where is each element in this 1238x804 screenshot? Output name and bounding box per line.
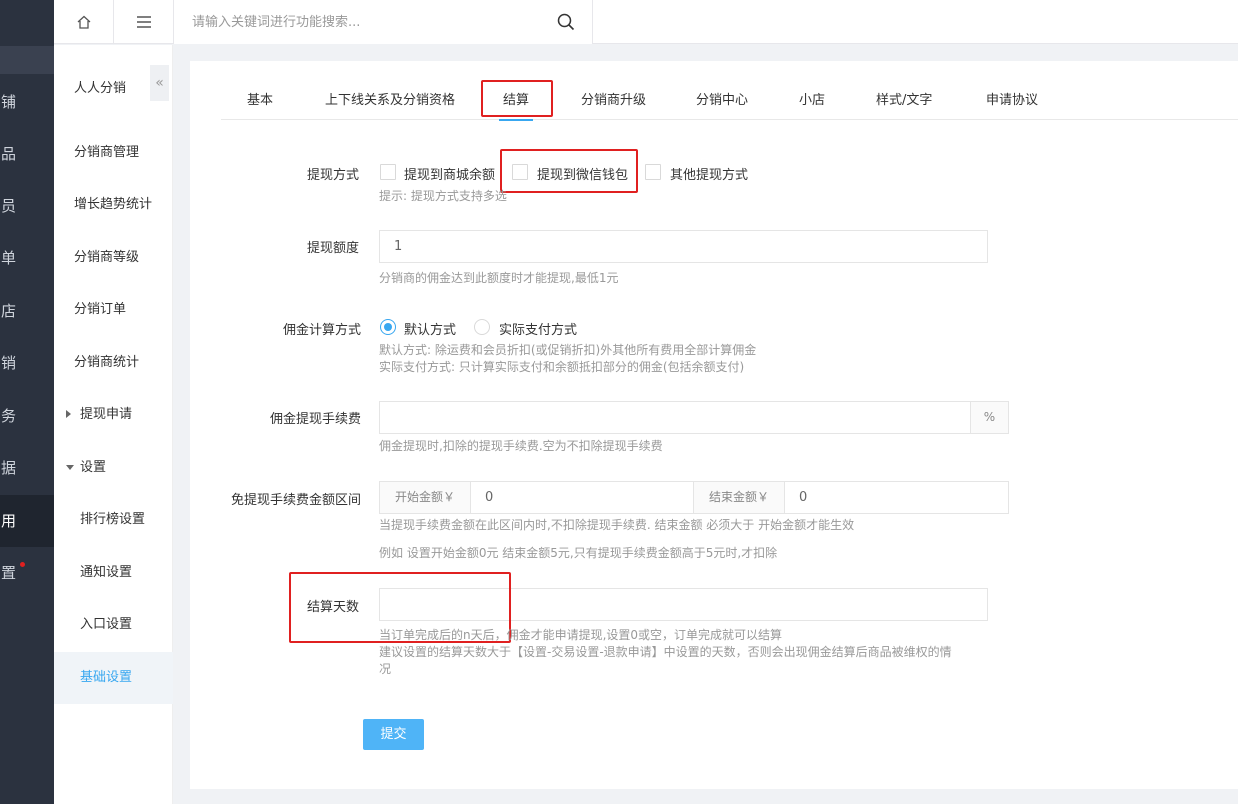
sidebar-item-distributor-stats[interactable]: 分销商统计 [54,337,173,389]
option-label: 默认方式 [404,323,457,338]
tab-agreement[interactable]: 申请协议 [986,81,1038,120]
sidebar-item-notification-settings[interactable]: 通知设置 [54,547,173,599]
search-button[interactable] [552,8,580,36]
tab-distribution-center[interactable]: 分销中心 [696,81,748,120]
radio-default-method[interactable] [380,319,396,335]
main-sidebar-top-item[interactable] [0,46,54,74]
main-nav-label: 品 [0,145,16,163]
checkbox-withdraw-to-balance[interactable] [380,164,396,180]
notification-dot [20,562,25,567]
tab-shop[interactable]: 小店 [799,81,825,120]
tab-basic[interactable]: 基本 [247,81,273,120]
sidebar-item-ranking-settings[interactable]: 排行榜设置 [54,494,173,546]
option-label: 提现到商城余额 [404,168,496,183]
fee-free-range-hint-2: 例如 设置开始金额0元 结束金额5元,只有提现手续费金额高于5元时,才扣除 [379,546,778,560]
settle-days-hint-3: 况 [379,662,392,676]
main-nav-item[interactable]: 品 [0,128,54,180]
hamburger-icon [136,16,151,28]
sidebar-item-growth-stats[interactable]: 增长趋势统计 [54,179,173,231]
commission-calc-label: 佣金计算方式 [283,323,362,338]
top-bar [54,0,1238,44]
option-label: 其他提现方式 [670,168,749,183]
main-nav-item[interactable]: 铺 [0,76,54,128]
withdraw-method-label: 提现方式 [307,168,360,183]
settings-tabs: 基本 上下线关系及分销资格 结算 分销商升级 分销中心 小店 样式/文字 申请协… [221,81,1238,121]
sidebar-item-basic-settings[interactable]: 基础设置 [54,652,173,704]
option-label: 实际支付方式 [499,323,578,338]
home-icon [77,15,90,29]
sidebar-item-withdraw-requests[interactable]: 提现申请 [54,389,173,441]
sidebar-item-distributor-management[interactable]: 分销商管理 [54,127,173,179]
withdraw-fee-label: 佣金提现手续费 [270,412,362,427]
withdraw-amount-label: 提现额度 [307,241,360,256]
home-button[interactable] [54,0,114,44]
settle-days-label: 结算天数 [307,600,360,615]
checkbox-withdraw-to-wechat[interactable] [512,164,528,180]
topbar-divider [592,0,593,44]
settle-days-input[interactable] [379,588,988,621]
start-amount-addon: 开始金额￥ [379,481,471,514]
main-nav-item[interactable]: 店 [0,285,54,337]
main-nav-label: 务 [0,407,16,425]
main-sidebar: 铺 品 员 单 店 销 务 据 用 置 [0,0,54,804]
sub-sidebar-title: 人人分销 [74,81,127,96]
end-amount-addon: 结束金额￥ [693,481,785,514]
main-nav-label: 店 [0,302,16,320]
withdraw-method-hint: 提示: 提现方式支持多选 [379,189,507,203]
main-nav-item[interactable]: 单 [0,232,54,284]
settings-card: 基本 上下线关系及分销资格 结算 分销商升级 分销中心 小店 样式/文字 申请协… [190,61,1238,789]
search-icon [557,13,575,31]
tab-style-text[interactable]: 样式/文字 [876,81,932,120]
option-label: 提现到微信钱包 [537,168,629,183]
sidebar-group-label: 提现申请 [80,407,133,422]
sub-sidebar: 人人分销 « 分销商管理 增长趋势统计 分销商等级 分销订单 分销商统计 提现申… [54,45,173,804]
main-nav-label: 用 [0,512,16,530]
checkbox-other-withdraw[interactable] [645,164,661,180]
sidebar-group-label: 设置 [80,460,107,475]
collapse-sidebar-button[interactable]: « [150,65,169,101]
settle-days-hint-2: 建议设置的结算天数大于【设置-交易设置-退款申请】中设置的天数，否则会出现佣金结… [379,645,952,659]
fee-free-range-label: 免提现手续费金额区间 [231,493,362,508]
expand-arrow-icon [66,410,71,418]
sidebar-item-distributor-level[interactable]: 分销商等级 [54,232,173,284]
commission-calc-hint-actual: 实际支付方式: 只计算实际支付和余额抵扣部分的佣金(包括余额支付) [379,360,745,374]
sidebar-item-entry-settings[interactable]: 入口设置 [54,599,173,651]
main-nav-label: 单 [0,249,16,267]
main-nav-item-active[interactable]: 用 [0,495,54,547]
main-nav-item[interactable]: 务 [0,390,54,442]
sidebar-item-settings[interactable]: 设置 [54,442,173,494]
main-nav-item[interactable]: 据 [0,442,54,494]
tab-distributor-upgrade[interactable]: 分销商升级 [581,81,646,120]
main-nav-label: 销 [0,354,16,372]
fee-free-range-hint-1: 当提现手续费金额在此区间内时,不扣除提现手续费. 结束金额 必须大于 开始金额才… [379,518,855,532]
settle-days-hint-1: 当订单完成后的n天后，佣金才能申请提现,设置0或空，订单完成就可以结算 [379,628,783,642]
sidebar-item-distribution-orders[interactable]: 分销订单 [54,284,173,336]
tab-relationship[interactable]: 上下线关系及分销资格 [325,81,455,120]
main-nav-label: 据 [0,459,16,477]
main-nav-item[interactable]: 销 [0,337,54,389]
withdraw-amount-hint: 分销商的佣金达到此额度时才能提现,最低1元 [379,271,619,285]
main-nav-label: 员 [0,197,16,215]
function-search-input[interactable] [174,0,592,44]
main-nav-item[interactable]: 员 [0,180,54,232]
commission-calc-hint-default: 默认方式: 除运费和会员折扣(或促销折扣)外其他所有费用全部计算佣金 [379,343,757,357]
menu-toggle-button[interactable] [114,0,174,44]
main-nav-item[interactable]: 置 [0,547,54,599]
tab-settlement[interactable]: 结算 [498,81,534,121]
submit-button[interactable]: 提交 [363,719,424,750]
withdraw-amount-input[interactable] [379,230,988,263]
percent-addon: % [970,401,1009,434]
collapse-arrow-icon [66,465,74,470]
end-amount-input[interactable] [784,481,1009,514]
radio-actual-payment-method[interactable] [474,319,490,335]
withdraw-fee-hint: 佣金提现时,扣除的提现手续费.空为不扣除提现手续费 [379,439,663,453]
start-amount-input[interactable] [470,481,694,514]
main-nav-label: 置 [0,564,16,582]
withdraw-fee-input[interactable] [379,401,971,434]
main-nav-label: 铺 [0,93,16,111]
